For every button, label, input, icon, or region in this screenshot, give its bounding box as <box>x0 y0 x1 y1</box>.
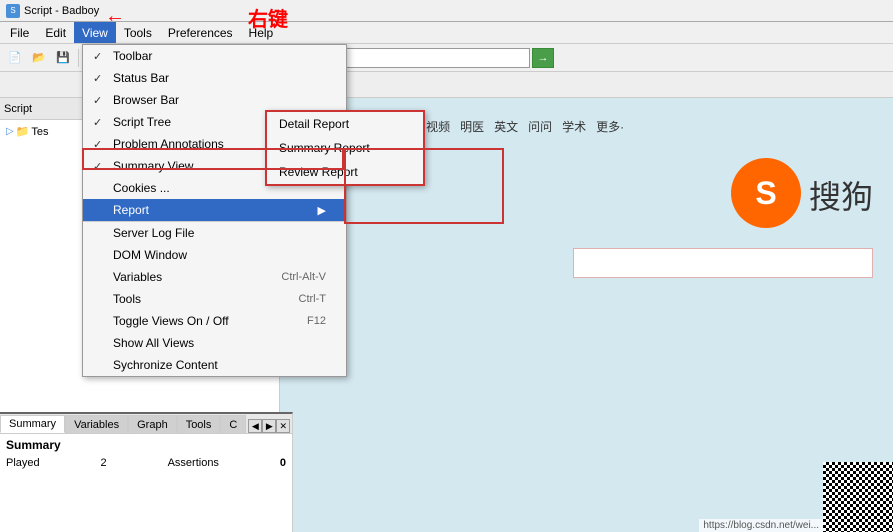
label-problem: Problem Annotations <box>113 137 224 151</box>
menu-item-dom[interactable]: ✓ DOM Window <box>83 244 346 266</box>
tab-tools[interactable]: Tools <box>177 415 221 433</box>
menu-item-browserbar[interactable]: ✓ Browser Bar <box>83 89 346 111</box>
tree-expand-icon: ▷ <box>6 126 14 137</box>
label-syncontent: Sychronize Content <box>113 358 218 372</box>
title-bar: S Script - Badboy <box>0 0 893 22</box>
submenu-summary-report[interactable]: Summary Report <box>267 136 423 160</box>
new-btn[interactable]: 📄 <box>4 47 26 69</box>
menu-file[interactable]: File <box>2 22 37 43</box>
label-serverlog: Server Log File <box>113 226 194 240</box>
report-submenu: Detail Report Summary Report Review Repo… <box>265 110 425 186</box>
tab-variables[interactable]: Variables <box>65 415 128 433</box>
menu-edit[interactable]: Edit <box>37 22 74 43</box>
menu-item-toggleviews[interactable]: ✓ Toggle Views On / Off F12 <box>83 310 346 332</box>
check-statusbar: ✓ <box>93 72 102 85</box>
tree-label-1: Tes <box>31 126 48 138</box>
menu-view[interactable]: View <box>74 22 116 43</box>
menu-item-statusbar[interactable]: ✓ Status Bar <box>83 67 346 89</box>
tab-prev[interactable]: ◀ <box>248 419 262 433</box>
bottom-content: Summary Played 2 Assertions 0 <box>0 434 292 474</box>
tab-graph[interactable]: Graph <box>128 415 177 433</box>
menu-item-showallviews[interactable]: ✓ Show All Views <box>83 332 346 354</box>
nav-wenda[interactable]: 问问 <box>528 118 552 137</box>
sogou-brand-text: 搜狗 <box>809 172 873 218</box>
submenu-detail-report[interactable]: Detail Report <box>267 112 423 136</box>
label-showallviews: Show All Views <box>113 336 194 350</box>
nav-mingyi[interactable]: 明医 <box>460 118 484 137</box>
tab-summary[interactable]: Summary <box>0 415 65 433</box>
tree-folder-icon: 📁 <box>16 125 30 138</box>
tab-next[interactable]: ▶ <box>262 419 276 433</box>
bottom-content-title: Summary <box>6 438 286 452</box>
nav-more[interactable]: 更多· <box>596 118 624 137</box>
label-summaryview: Summary View <box>113 159 193 173</box>
label-browserbar: Browser Bar <box>113 93 179 107</box>
nav-video[interactable]: 视频 <box>426 118 450 137</box>
bottom-row-1: Played 2 Assertions 0 <box>6 456 286 470</box>
url-status-bar: https://blog.csdn.net/wei... <box>699 519 823 532</box>
menu-item-tools[interactable]: ✓ Tools Ctrl-T <box>83 288 346 310</box>
tab-c[interactable]: C <box>220 415 246 433</box>
label-toggleviews: Toggle Views On / Off <box>113 314 229 328</box>
app-icon: S <box>6 4 20 18</box>
tab-nav: ◀ ▶ ✕ <box>248 419 290 433</box>
arrow-report: ▶ <box>318 204 326 217</box>
shortcut-toggleviews: F12 <box>307 315 326 327</box>
label-variables: Variables <box>113 270 162 284</box>
bottom-tab-bar: Summary Variables Graph Tools C ◀ ▶ ✕ <box>0 414 292 434</box>
shortcut-variables: Ctrl-Alt-V <box>281 271 326 283</box>
menu-item-serverlog[interactable]: ✓ Server Log File <box>83 221 346 244</box>
menu-item-report[interactable]: ✓ Report ▶ <box>83 199 346 221</box>
nav-academic[interactable]: 学术 <box>562 118 586 137</box>
menu-item-toolbar[interactable]: ✓ Toolbar <box>83 45 346 67</box>
menu-preferences[interactable]: Preferences <box>160 22 241 43</box>
menu-item-syncontent[interactable]: ✓ Sychronize Content <box>83 354 346 376</box>
nav-english[interactable]: 英文 <box>494 118 518 137</box>
qr-code <box>823 462 893 532</box>
menu-help[interactable]: Help <box>241 22 282 43</box>
check-problem: ✓ <box>93 138 102 151</box>
label-cookies: Cookies ... <box>113 181 170 195</box>
sogou-search-bar[interactable] <box>573 248 873 278</box>
open-btn[interactable]: 📂 <box>28 47 50 69</box>
menu-item-variables[interactable]: ✓ Variables Ctrl-Alt-V <box>83 266 346 288</box>
played-value: 2 <box>101 457 107 469</box>
label-statusbar: Status Bar <box>113 71 169 85</box>
label-tools: Tools <box>113 292 141 306</box>
go-button[interactable]: → <box>532 48 554 68</box>
assertions-label: Assertions <box>168 457 219 469</box>
separator-1 <box>78 49 79 67</box>
bottom-panel: Summary Variables Graph Tools C ◀ ▶ ✕ Su… <box>0 412 293 532</box>
menu-bar: File Edit View Tools Preferences Help <box>0 22 893 44</box>
check-browserbar: ✓ <box>93 94 102 107</box>
submenu-review-report[interactable]: Review Report <box>267 160 423 184</box>
assertions-value: 0 <box>280 457 286 469</box>
played-label: Played <box>6 457 40 469</box>
tab-close[interactable]: ✕ <box>276 419 290 433</box>
check-toolbar: ✓ <box>93 50 102 63</box>
label-toolbar: Toolbar <box>113 49 152 63</box>
left-panel-title: Script <box>4 103 32 115</box>
check-scripttree: ✓ <box>93 116 102 129</box>
label-scripttree: Script Tree <box>113 115 171 129</box>
sogou-area: S 搜狗 <box>573 158 873 278</box>
check-summaryview: ✓ <box>93 160 102 173</box>
address-input[interactable] <box>330 48 530 68</box>
label-report: Report <box>113 203 149 217</box>
shortcut-tools: Ctrl-T <box>299 293 327 305</box>
view-dropdown: ✓ Toolbar ✓ Status Bar ✓ Browser Bar ✓ S… <box>82 44 347 377</box>
title-text: Script - Badboy <box>24 5 99 17</box>
label-dom: DOM Window <box>113 248 187 262</box>
sogou-logo-circle: S <box>731 158 801 228</box>
save-btn[interactable]: 💾 <box>52 47 74 69</box>
menu-tools[interactable]: Tools <box>116 22 160 43</box>
